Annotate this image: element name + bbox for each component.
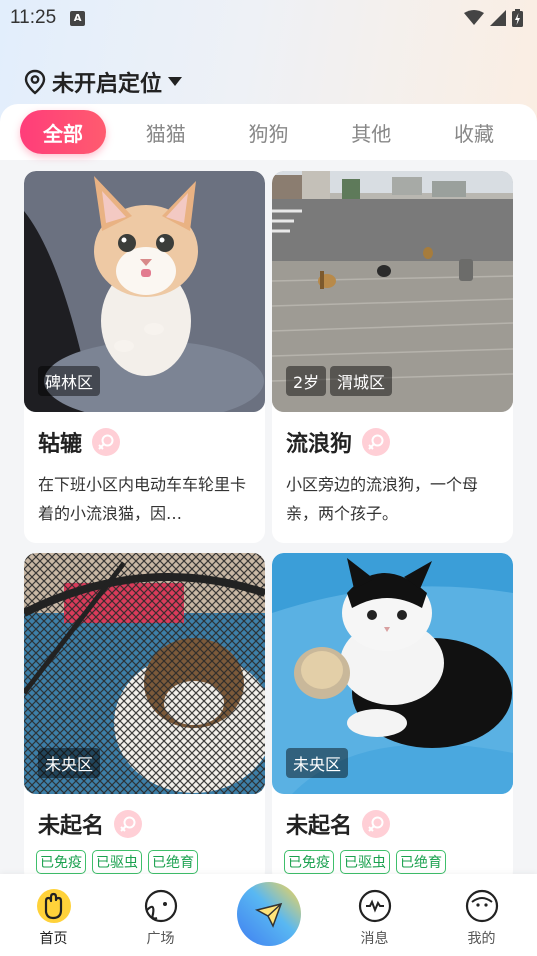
nav-profile-label: 我的 <box>467 931 496 947</box>
pet-name: 流浪狗 <box>286 432 353 457</box>
nav-plaza[interactable]: 广场 <box>107 874 214 948</box>
district-tag: 渭城区 <box>330 366 393 396</box>
status-badges: 已免疫 已驱虫 已绝育 <box>272 840 513 874</box>
pet-name: 未起名 <box>38 814 105 839</box>
pet-card[interactable]: 2岁 渭城区 流浪狗 小区旁边的流浪狗，一个母亲，两个孩子。 <box>272 171 513 543</box>
female-icon <box>362 428 391 456</box>
nav-messages[interactable]: 消息 <box>321 874 428 948</box>
wifi-icon <box>464 10 484 25</box>
pet-description: 在下班小区内电动车车轮里卡着的小流浪猫，因… <box>38 475 247 523</box>
profile-icon <box>465 889 498 923</box>
tab-favorites[interactable]: 收藏 <box>431 110 517 154</box>
pet-name: 轱辘 <box>38 432 83 457</box>
pet-photo: 碑林区 <box>24 171 265 412</box>
nav-home-label: 首页 <box>39 931 68 947</box>
pet-name: 未起名 <box>286 814 353 839</box>
vaccinated-badge: 已免疫 <box>284 850 334 874</box>
vaccinated-badge: 已免疫 <box>36 850 86 874</box>
female-icon <box>92 428 121 456</box>
home-hand-icon <box>36 889 71 923</box>
status-badges: 已免疫 已驱虫 已绝育 <box>24 840 265 874</box>
pet-card[interactable]: 碑林区 轱辘 在下班小区内电动车车轮里卡着的小流浪猫，因… <box>24 171 265 543</box>
female-icon <box>114 810 143 838</box>
neutered-badge: 已绝育 <box>148 850 198 874</box>
location-label: 未开启定位 <box>52 72 163 97</box>
location-pin-icon <box>24 69 46 95</box>
location-selector[interactable]: 未开启定位 <box>24 66 183 98</box>
district-tag: 碑林区 <box>38 366 101 396</box>
message-icon <box>358 889 391 923</box>
signal-icon <box>490 10 506 26</box>
tab-all[interactable]: 全部 <box>20 110 106 154</box>
pet-photo: 2岁 渭城区 <box>272 171 513 412</box>
tab-others[interactable]: 其他 <box>328 110 414 154</box>
pet-card[interactable]: 未央区 未起名 已免疫 已驱虫 已绝育 <box>24 553 265 883</box>
dewormed-badge: 已驱虫 <box>92 850 142 874</box>
pet-photo: 未央区 <box>24 553 265 794</box>
status-time: 11:25 <box>10 7 57 28</box>
female-icon <box>362 810 391 838</box>
nav-profile[interactable]: 我的 <box>428 874 535 948</box>
status-bar: 11:25 A <box>0 0 537 36</box>
send-post-icon <box>237 882 301 946</box>
notification-indicator-icon: A <box>70 10 86 26</box>
age-tag: 2岁 <box>286 366 327 396</box>
nav-plaza-label: 广场 <box>146 931 175 947</box>
nav-home[interactable]: 首页 <box>0 874 107 948</box>
district-tag: 未央区 <box>38 748 101 778</box>
caret-down-icon <box>168 77 183 86</box>
tab-dogs[interactable]: 狗狗 <box>226 110 312 154</box>
plaza-icon <box>144 889 177 923</box>
neutered-badge: 已绝育 <box>396 850 446 874</box>
pet-description: 小区旁边的流浪狗，一个母亲，两个孩子。 <box>286 475 479 523</box>
category-tabs: 全部 猫猫 狗狗 其他 收藏 <box>0 104 537 160</box>
district-tag: 未央区 <box>286 748 349 778</box>
dewormed-badge: 已驱虫 <box>340 850 390 874</box>
publish-button[interactable] <box>235 880 303 948</box>
tab-cats[interactable]: 猫猫 <box>123 110 209 154</box>
pet-photo: 未央区 <box>272 553 513 794</box>
nav-messages-label: 消息 <box>360 931 389 947</box>
battery-icon <box>512 9 523 27</box>
pet-card[interactable]: 未央区 未起名 已免疫 已驱虫 已绝育 <box>272 553 513 883</box>
status-icons <box>464 9 523 27</box>
